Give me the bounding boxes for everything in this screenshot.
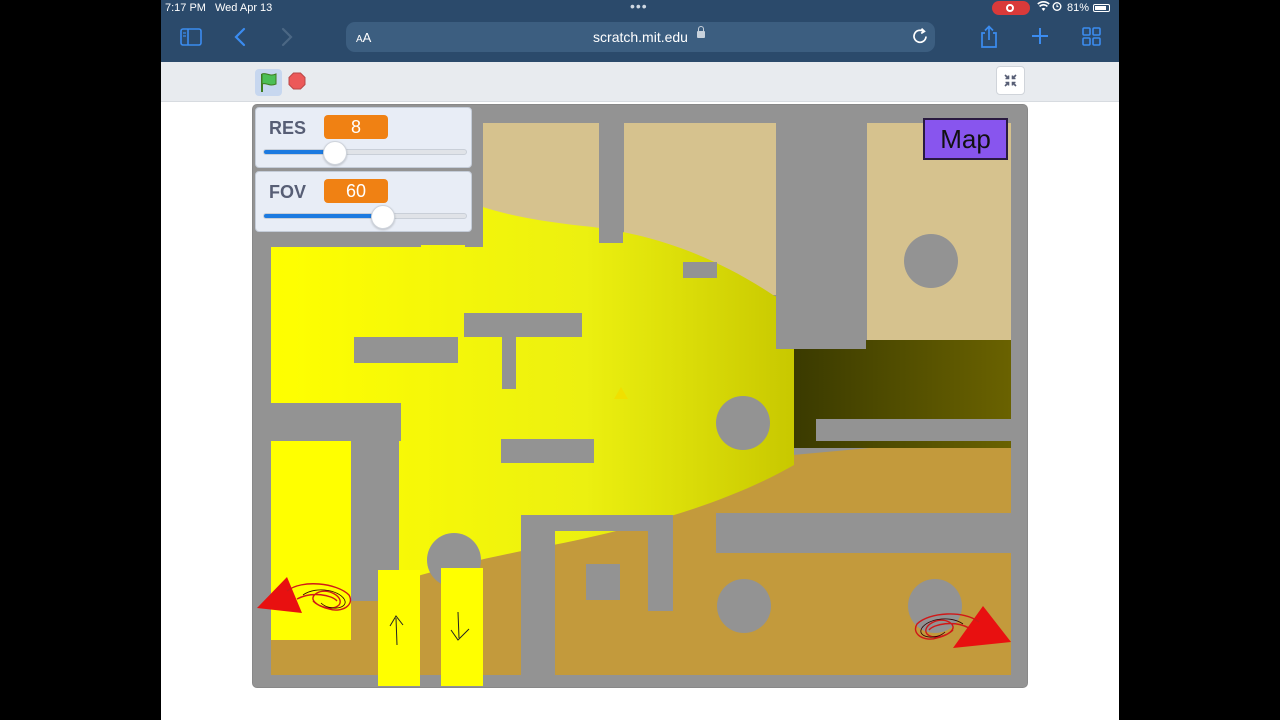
wall-segment	[501, 439, 594, 463]
down-arrow-icon	[450, 611, 470, 641]
forward-icon[interactable]	[281, 27, 293, 51]
down-arrow-button[interactable]	[441, 568, 483, 686]
wall-segment	[502, 337, 516, 389]
green-flag-icon	[261, 73, 277, 92]
sidebar-icon[interactable]	[180, 28, 202, 50]
exit-fullscreen-button[interactable]	[996, 66, 1025, 95]
up-arrow-icon	[389, 615, 404, 646]
fov-slider-fill	[264, 214, 384, 218]
fov-value: 60	[324, 179, 388, 203]
wall-segment	[271, 403, 401, 441]
wall-segment	[521, 531, 555, 681]
fov-slider-knob[interactable]	[371, 205, 396, 229]
battery-percent: 81%	[1067, 2, 1090, 14]
wall-segment	[683, 262, 717, 278]
stop-icon	[288, 72, 306, 90]
turn-left-button[interactable]	[257, 573, 357, 619]
address-bar[interactable]: AA scratch.mit.edu	[346, 22, 935, 52]
wall-segment	[464, 313, 582, 337]
pillar	[716, 396, 770, 450]
pillar	[904, 234, 958, 288]
back-icon[interactable]	[234, 27, 246, 51]
res-slider[interactable]	[263, 141, 467, 165]
wall-segment	[354, 337, 458, 363]
stop-button[interactable]	[288, 72, 306, 90]
browser-toolbar: AA scratch.mit.edu	[161, 17, 1119, 62]
battery-icon	[1093, 4, 1110, 12]
turn-right-button[interactable]	[909, 600, 1013, 652]
status-time: 7:17 PM	[165, 2, 206, 14]
wall-segment	[521, 515, 673, 531]
map-button[interactable]: Map	[923, 118, 1008, 160]
lock-icon	[697, 26, 705, 38]
res-value: 8	[324, 115, 388, 139]
alarm-icon	[1052, 1, 1062, 14]
status-bar: 7:17 PM Wed Apr 13 ••• 81%	[161, 0, 1119, 17]
wall-segment	[648, 531, 673, 611]
wall-segment	[599, 119, 623, 243]
url-text: scratch.mit.edu	[593, 29, 688, 45]
variable-monitor-fov: FOV 60	[255, 171, 472, 232]
status-date: Wed Apr 13	[215, 2, 273, 14]
wall-segment	[776, 119, 866, 349]
res-slider-knob[interactable]	[322, 141, 347, 165]
wifi-icon	[1037, 0, 1050, 15]
wall-segment	[271, 239, 421, 247]
wall-segment	[586, 564, 620, 600]
shrink-icon	[1004, 74, 1017, 87]
green-flag-button[interactable]	[255, 69, 282, 96]
fov-slider[interactable]	[263, 205, 467, 229]
wall-segment	[816, 419, 1011, 441]
wall-segment	[253, 675, 1027, 687]
reload-icon[interactable]	[912, 27, 929, 50]
screen-recording-icon[interactable]	[992, 1, 1030, 15]
fov-label: FOV	[269, 182, 307, 202]
res-label: RES	[269, 118, 307, 138]
turn-left-arrow-icon	[257, 577, 352, 613]
scratch-controls-bar	[161, 62, 1119, 102]
new-tab-icon[interactable]	[1030, 26, 1050, 50]
wall-segment	[716, 513, 1011, 553]
turn-right-arrow-icon	[914, 606, 1011, 648]
up-arrow-button[interactable]	[378, 570, 420, 686]
share-icon[interactable]	[979, 25, 999, 53]
multitasking-dots-icon[interactable]: •••	[630, 0, 648, 14]
pillar	[717, 579, 771, 633]
ipad-screen: 7:17 PM Wed Apr 13 ••• 81% AA scratch.mi…	[161, 0, 1119, 720]
variable-monitor-res: RES 8	[255, 107, 472, 168]
scratch-stage[interactable]: RES 8 FOV 60 Map	[252, 104, 1028, 688]
tabs-icon[interactable]	[1082, 27, 1101, 50]
